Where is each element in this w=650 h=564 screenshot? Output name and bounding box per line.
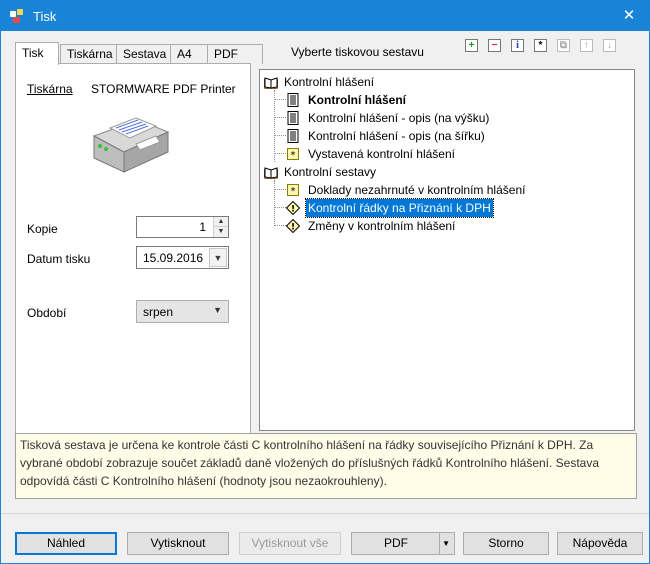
decrement-button[interactable]: ▼ (214, 227, 228, 237)
printer-label[interactable]: Tiskárna (27, 82, 73, 96)
tree-item-label: Doklady nezahrnuté v kontrolním hlášení (308, 183, 526, 197)
copies-label: Kopie (27, 222, 58, 236)
tree-line (274, 180, 275, 226)
warning-icon: ! (286, 219, 300, 233)
star-icon[interactable]: * (534, 39, 547, 52)
dropdown-arrow-icon[interactable]: ▼ (442, 533, 450, 554)
close-button[interactable]: ✕ (609, 1, 649, 31)
copies-value: 1 (199, 220, 206, 234)
tab-a4[interactable]: A4 (170, 44, 208, 64)
tab-sestava[interactable]: Sestava (116, 44, 171, 64)
copies-stepper[interactable]: 1 ▲ ▼ (136, 216, 229, 238)
print-all-button: Vytisknout vše (239, 532, 341, 555)
remove-icon[interactable]: − (488, 39, 501, 52)
pdf-button-label: PDF (384, 536, 408, 550)
tab-tiskarna[interactable]: Tiskárna (60, 44, 117, 64)
star-doc-icon: * (287, 148, 299, 161)
svg-text:*: * (291, 150, 296, 161)
print-date-label: Datum tisku (27, 252, 91, 266)
tree-item-label: Kontrolní hlášení - opis (na výšku) (308, 111, 490, 125)
info-icon[interactable]: i (511, 39, 524, 52)
tree-line (274, 225, 286, 226)
document-icon (287, 129, 299, 143)
tree-item-label: Kontrolní hlášení (308, 93, 407, 107)
printer-icon (92, 117, 170, 173)
print-dialog: Tisk ✕ Tisk Tiskárna Sestava A4 PDF Tisk… (0, 0, 650, 564)
report-description: Tisková sestava je určena ke kontrole čá… (15, 433, 637, 499)
increment-button[interactable]: ▲ (214, 217, 228, 227)
svg-text:*: * (291, 186, 296, 197)
period-select[interactable]: srpen ▼ (136, 300, 229, 323)
help-button[interactable]: Nápověda (557, 532, 643, 555)
period-label: Období (27, 306, 67, 320)
tree-line (274, 153, 286, 154)
cancel-button[interactable]: Storno (463, 532, 549, 555)
tree-line (274, 90, 275, 162)
divider (1, 513, 649, 514)
print-button[interactable]: Vytisknout (127, 532, 229, 555)
tree-line (274, 99, 286, 100)
open-book-icon (264, 167, 278, 179)
svg-text:!: ! (291, 223, 295, 233)
tree-item-label: Vystavená kontrolní hlášení (308, 147, 455, 161)
pdf-split-button[interactable]: PDF ▼ (351, 532, 455, 555)
tab-pdf[interactable]: PDF (207, 44, 263, 64)
print-date-field[interactable]: 15.09.2016 ▼ (136, 246, 229, 269)
add-icon[interactable]: + (465, 39, 478, 52)
copy-icon[interactable]: ⧉ (557, 39, 570, 52)
tab-panel-tisk: Tiskárna STORMWARE PDF Printer Kopie 1 ▲… (15, 63, 251, 434)
tree-item-label: Kontrolní hlášení - opis (na šířku) (308, 129, 485, 143)
window-title: Tisk (33, 9, 57, 24)
split-divider (439, 533, 440, 554)
app-icon (10, 9, 23, 23)
tree-item-label: Změny v kontrolním hlášení (308, 219, 456, 233)
report-tree[interactable]: Kontrolní hlášení Kontrolní hlášení Kont… (259, 69, 635, 431)
open-book-icon (264, 77, 278, 89)
preview-button[interactable]: Náhled (15, 532, 117, 555)
svg-text:!: ! (291, 205, 295, 215)
print-date-value: 15.09.2016 (143, 251, 204, 265)
tree-line (274, 117, 286, 118)
report-selector-heading: Vyberte tiskovou sestavu (291, 45, 424, 59)
document-icon (287, 93, 299, 107)
move-down-icon[interactable]: ↓ (603, 39, 616, 52)
tree-line (274, 189, 286, 190)
star-doc-icon: * (287, 184, 299, 197)
title-bar: Tisk ✕ (1, 1, 649, 31)
stepper-buttons: ▲ ▼ (213, 217, 228, 237)
printer-name: STORMWARE PDF Printer (91, 82, 236, 96)
tree-line (274, 207, 286, 208)
calendar-dropdown-icon[interactable]: ▼ (209, 248, 227, 267)
tree-item-label: Kontrolní řádky na Přiznání k DPH (305, 198, 494, 218)
tree-group-label: Kontrolní sestavy (284, 165, 377, 179)
chevron-down-icon: ▼ (213, 305, 222, 315)
tree-group-label: Kontrolní hlášení (284, 75, 375, 89)
document-icon (287, 111, 299, 125)
move-up-icon[interactable]: ↑ (580, 39, 593, 52)
tab-tisk[interactable]: Tisk (15, 42, 59, 65)
tree-line (274, 135, 286, 136)
period-value: srpen (143, 305, 174, 319)
warning-icon: ! (286, 201, 300, 215)
